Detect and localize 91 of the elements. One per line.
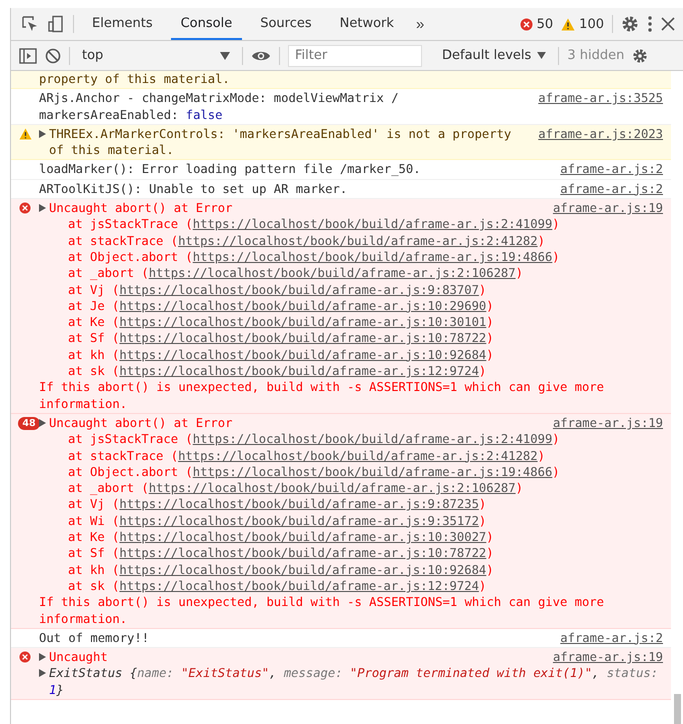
source-link[interactable]: aframe-ar.js:2023 — [538, 126, 663, 142]
expand-triangle-icon[interactable] — [39, 653, 46, 662]
sidebar-toggle-icon[interactable] — [19, 48, 37, 64]
stack-frame: at Vj (https://localhost/book/build/aframe-ar.js:9:87235) — [68, 496, 663, 513]
expand-triangle-icon[interactable] — [39, 669, 46, 678]
stack-link[interactable]: https://localhost/book/build/aframe-ar.js:2:41282 — [178, 448, 538, 463]
stack-frame: at jsStackTrace (https://localhost/book/build/aframe-ar.js:2:41099) — [68, 431, 663, 448]
stack-frame: at Sf (https://localhost/book/build/aframe-ar.js:10:78722) — [68, 545, 663, 562]
warning-icon — [18, 128, 32, 140]
hidden-count: 3 hidden — [567, 48, 624, 63]
message-text: ARjs.Anchor - changeMatrixMode: modelViewMatrix / markersAreaEnabled: false — [39, 90, 400, 123]
message-text: property of this material. — [39, 71, 231, 88]
stack-link[interactable]: https://localhost/book/build/aframe-ar.js:2:41099 — [192, 217, 552, 232]
stack-link[interactable]: https://localhost/book/build/aframe-ar.js:10:29690 — [119, 298, 486, 313]
stack-frame: at kh (https://localhost/book/build/aframe-ar.js:10:92684) — [68, 346, 663, 364]
stack-link[interactable]: https://localhost/book/build/aframe-ar.js:9:83707 — [119, 282, 479, 297]
stack-link[interactable]: https://localhost/book/build/aframe-ar.js:12:9724 — [119, 364, 479, 378]
stack-frame: at Wi (https://localhost/book/build/aframe-ar.js:9:35172) — [68, 512, 663, 530]
stack-link[interactable]: https://localhost/book/build/aframe-ar.js:2:106287 — [148, 266, 516, 280]
stack-link[interactable]: https://localhost/book/build/aframe-ar.js:2:41099 — [192, 432, 552, 446]
stack-frame: at Vj (https://localhost/book/build/aframe-ar.js:9:83707) — [68, 282, 663, 298]
stack-link[interactable]: https://localhost/book/build/aframe-ar.js:9:35172 — [119, 514, 479, 528]
stack-frame: at Object.abort (https://localhost/book/build/aframe-ar.js:19:4866) — [68, 464, 663, 480]
stack-frame: at Ke (https://localhost/book/build/aframe-ar.js:10:30101) — [68, 314, 663, 330]
expand-triangle-icon[interactable] — [39, 130, 46, 138]
settings-icon[interactable] — [632, 48, 648, 64]
message-text: Out of memory!! — [39, 630, 150, 646]
message-text: THREEx.ArMarkerControls: 'markersAreaEnabled' is not a property of this material. — [49, 126, 512, 158]
stack-link[interactable]: https://localhost/book/build/aframe-ar.js:9:87235 — [119, 497, 479, 512]
stack-link[interactable]: https://localhost/book/build/aframe-ar.js:12:9724 — [119, 578, 479, 593]
dropdown-caret-icon — [537, 52, 546, 59]
stack-frame: at jsStackTrace (https://localhost/book/build/aframe-ar.js:2:41099) — [68, 216, 663, 233]
stack-frame: at Je (https://localhost/book/build/aframe-ar.js:10:29690) — [68, 298, 663, 314]
stack-link[interactable]: https://localhost/book/build/aframe-ar.js:10:92684 — [119, 562, 486, 577]
error-count: 50 — [536, 16, 554, 32]
panel-tab[interactable]: Sources — [250, 8, 322, 40]
stack-frame: at Object.abort (https://localhost/book/build/aframe-ar.js:19:4866) — [68, 248, 663, 266]
settings-icon[interactable] — [621, 15, 639, 33]
warning-count: 100 — [579, 16, 604, 32]
message-text: If this abort() is unexpected, build with -s ASSERTIONS=1 which can give more information. — [39, 379, 605, 412]
stack-frame: at kh (https://localhost/book/build/aframe-ar.js:10:92684) — [68, 562, 663, 578]
stack-link[interactable]: https://localhost/book/build/aframe-ar.js:2:106287 — [148, 481, 516, 496]
error-icon — [19, 202, 31, 214]
stack-link[interactable]: https://localhost/book/build/aframe-ar.js:10:30027 — [119, 530, 486, 544]
stack-frame: at stackTrace (https://localhost/book/build/aframe-ar.js:2:41282) — [68, 232, 663, 249]
close-icon[interactable] — [661, 17, 675, 31]
source-link[interactable]: aframe-ar.js:19 — [552, 649, 663, 666]
message-text: Uncaught — [49, 649, 109, 666]
message-text: ARToolKitJS(): Unable to set up AR marker. — [39, 180, 348, 198]
source-link[interactable]: aframe-ar.js:3525 — [538, 90, 663, 107]
message-text: Uncaught abort() at Error — [49, 200, 234, 216]
expand-triangle-icon[interactable] — [39, 204, 46, 212]
stack-link[interactable]: https://localhost/book/build/aframe-ar.js:10:92684 — [119, 348, 486, 362]
stack-frame: at Ke (https://localhost/book/build/aframe-ar.js:10:30027) — [68, 529, 663, 546]
source-link[interactable]: aframe-ar.js:2 — [560, 161, 663, 178]
stack-frame: at sk (https://localhost/book/build/aframe-ar.js:12:9724) — [68, 363, 663, 380]
more-tabs-button[interactable]: » — [412, 16, 428, 32]
stack-link[interactable]: https://localhost/book/build/aframe-ar.js:10:30101 — [119, 315, 486, 330]
more-options-icon[interactable] — [647, 15, 653, 33]
stack-frame: at _abort (https://localhost/book/build/aframe-ar.js:2:106287) — [68, 265, 663, 282]
filter-field[interactable]: Filter — [288, 44, 422, 66]
error-icon — [19, 651, 31, 664]
stack-frame: at stackTrace (https://localhost/book/build/aframe-ar.js:2:41282) — [68, 448, 663, 464]
message-text: If this abort() is unexpected, build with -s ASSERTIONS=1 which can give more information. — [39, 594, 605, 627]
source-link[interactable]: aframe-ar.js:2 — [560, 180, 663, 198]
repeat-count-badge: 48 — [18, 416, 40, 430]
panel-tab[interactable]: Elements — [82, 8, 163, 40]
stack-link[interactable]: https://localhost/book/build/aframe-ar.js:10:78722 — [119, 331, 486, 346]
device-icon[interactable] — [47, 15, 65, 33]
message-text: loadMarker(): Error loading pattern file /marker_50. — [39, 161, 422, 178]
stack-frame: at sk (https://localhost/book/build/aframe-ar.js:12:9724) — [68, 578, 663, 594]
stack-link[interactable]: https://localhost/book/build/aframe-ar.js:19:4866 — [192, 464, 552, 479]
panel-tab[interactable]: Network — [330, 8, 404, 40]
stack-frame: at _abort (https://localhost/book/build/aframe-ar.js:2:106287) — [68, 480, 663, 496]
inspect-icon[interactable] — [21, 15, 39, 33]
expand-triangle-icon[interactable] — [39, 418, 46, 427]
context-dropdown[interactable]: top — [78, 48, 234, 63]
clear-console-icon[interactable] — [45, 48, 61, 64]
source-link[interactable]: aframe-ar.js:19 — [552, 200, 663, 216]
source-link[interactable]: aframe-ar.js:2 — [560, 630, 663, 646]
message-text: Uncaught abort() at Error — [49, 414, 234, 432]
dropdown-caret-icon — [220, 52, 230, 60]
stack-link[interactable]: https://localhost/book/build/aframe-ar.js:10:78722 — [119, 546, 486, 560]
stack-link[interactable]: https://localhost/book/build/aframe-ar.js:19:4866 — [192, 250, 552, 264]
error-icon — [520, 18, 533, 30]
stack-link[interactable]: https://localhost/book/build/aframe-ar.js:2:41282 — [178, 234, 538, 248]
stack-frame: at Sf (https://localhost/book/build/aframe-ar.js:10:78722) — [68, 330, 663, 347]
levels-dropdown[interactable]: Default levels — [430, 48, 550, 63]
source-link[interactable]: aframe-ar.js:19 — [552, 414, 663, 432]
object-preview: ExitStatus {name: "ExitStatus", message: "Program terminated with exit(1)", status: 1} — [49, 665, 660, 698]
warning-icon — [561, 18, 576, 30]
